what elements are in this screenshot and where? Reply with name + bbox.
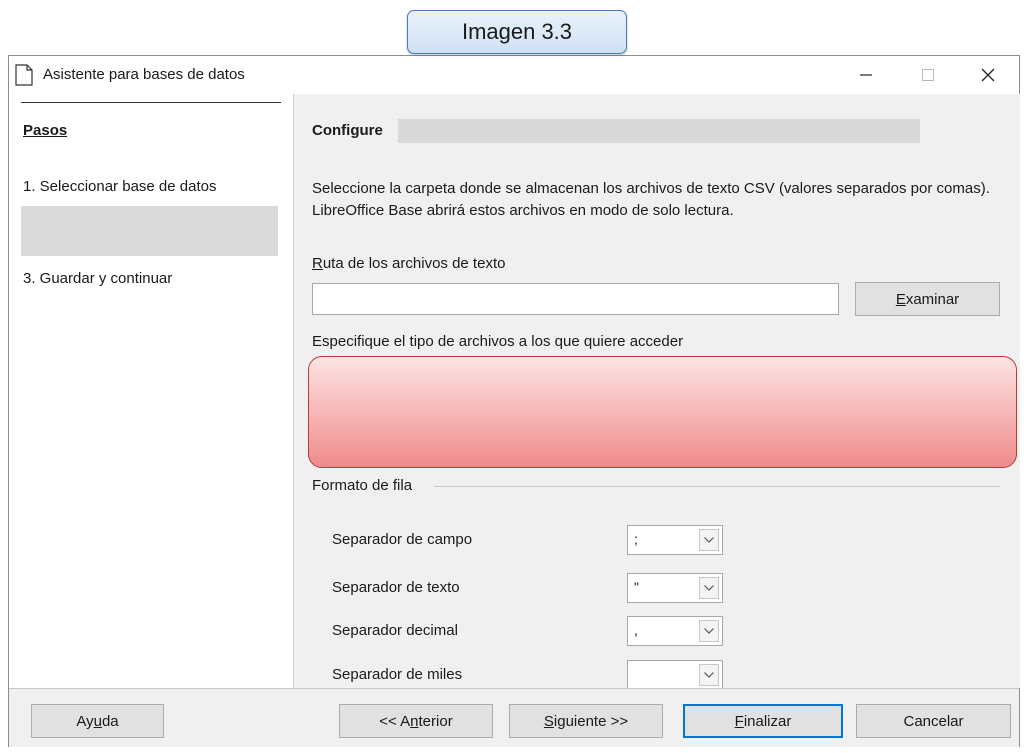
thousands-separator-combo[interactable] [627,660,723,690]
next-button[interactable]: Siguiente >> [509,704,663,738]
finish-button[interactable]: Finalizar [683,704,843,738]
wizard-content: Configure Seleccione la carpeta donde se… [293,94,1020,690]
text-files-path-input[interactable] [312,283,839,315]
file-type-highlight [308,356,1017,468]
field-separator-combo[interactable]: ; [627,525,723,555]
wizard-window: Asistente para bases de datos Pasos 1. S… [8,55,1020,747]
back-button[interactable]: << An terior [339,704,493,738]
chevron-down-icon[interactable] [699,529,719,551]
steps-divider [21,102,281,103]
image-caption: Imagen 3.3 [407,10,627,54]
row-format-title: Formato de fila [312,477,419,494]
path-label: Ruta de los archivos de texto [312,255,506,272]
step-current-highlight[interactable] [21,206,278,256]
steps-sidebar: Pasos 1. Seleccionar base de datos 3. Gu… [9,94,292,688]
field-separator-label: Separador de campo [332,531,473,548]
file-type-label: Especifique el tipo de archivos a los qu… [312,333,684,350]
steps-title: Pasos [23,122,68,139]
text-separator-combo[interactable]: " [627,573,723,603]
browse-button[interactable]: Examinar [855,282,1000,316]
document-icon [15,64,33,86]
cancel-button[interactable]: Cancelar [856,704,1011,738]
decimal-separator-value: , [634,622,638,638]
title-bar: Asistente para bases de datos [9,56,1019,94]
chevron-down-icon[interactable] [699,664,719,686]
wizard-footer: Ay u da << An terior Siguiente >> Finalizar… [9,688,1019,747]
step-save-continue[interactable]: 3. Guardar y continuar [23,270,172,287]
close-button[interactable] [965,56,1011,94]
chevron-down-icon[interactable] [699,620,719,642]
decimal-separator-combo[interactable]: , [627,616,723,646]
title-highlight [398,119,920,143]
chevron-down-icon[interactable] [699,577,719,599]
thousands-separator-label: Separador de miles [332,666,463,683]
field-separator-value: ; [634,531,638,547]
description-text: Seleccione la carpeta donde se almacenan… [312,180,990,219]
page-title: Configure [312,122,383,139]
step-select-database[interactable]: 1. Seleccionar base de datos [23,178,216,195]
decimal-separator-label: Separador decimal [332,622,458,639]
window-title: Asistente para bases de datos [43,66,245,83]
minimize-button[interactable] [843,56,889,94]
row-format-divider [434,486,1000,487]
maximize-button[interactable] [905,56,951,94]
help-button[interactable]: Ay u da [31,704,164,738]
text-separator-value: " [634,579,639,595]
text-separator-label: Separador de texto [332,579,460,596]
